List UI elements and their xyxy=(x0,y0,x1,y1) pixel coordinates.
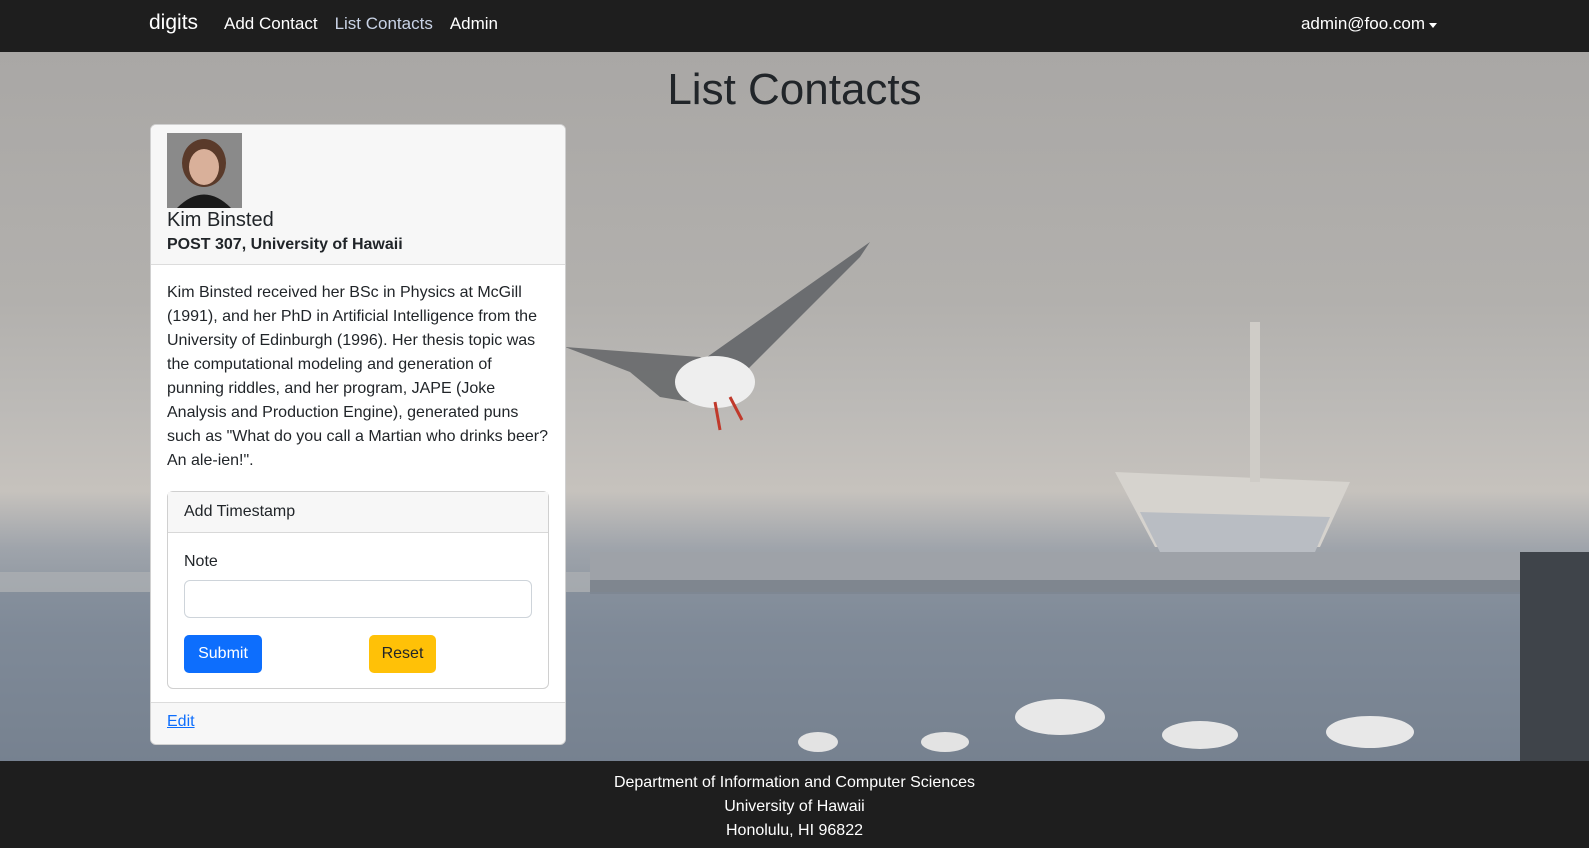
reset-button[interactable]: Reset xyxy=(369,635,436,673)
contact-card-footer: Edit xyxy=(151,702,565,744)
footer-line-2: University of Hawaii xyxy=(724,798,865,815)
nav-admin[interactable]: Admin xyxy=(450,14,498,34)
add-timestamp-header: Add Timestamp xyxy=(168,492,548,533)
nav-add-contact[interactable]: Add Contact xyxy=(224,14,318,34)
nav-links: Add Contact List Contacts Admin xyxy=(224,14,498,34)
contact-card: Kim Binsted POST 307, University of Hawa… xyxy=(150,124,566,745)
contact-name: Kim Binsted xyxy=(167,209,274,231)
contact-card-header: Kim Binsted POST 307, University of Hawa… xyxy=(151,125,565,265)
caret-down-icon xyxy=(1429,22,1437,28)
edit-link[interactable]: Edit xyxy=(167,713,195,730)
footer-line-1: Department of Information and Computer S… xyxy=(613,774,976,791)
footer: Department of Information and Computer S… xyxy=(0,761,1589,848)
brand-link[interactable]: digits xyxy=(149,11,198,35)
contact-card-body: Kim Binsted received her BSc in Physics … xyxy=(151,265,565,689)
submit-button[interactable]: Submit xyxy=(184,635,262,673)
note-input[interactable] xyxy=(184,580,532,618)
add-timestamp-body: Note Submit Reset xyxy=(168,533,548,688)
contact-address: POST 307, University of Hawaii xyxy=(167,236,403,253)
user-dropdown[interactable]: admin@foo.com xyxy=(1301,14,1437,34)
add-timestamp-form: Add Timestamp Note Submit Reset xyxy=(167,491,549,689)
page-title: List Contacts xyxy=(667,65,922,114)
user-email: admin@foo.com xyxy=(1300,14,1425,33)
nav-list-contacts[interactable]: List Contacts xyxy=(335,14,433,34)
contact-description: Kim Binsted received her BSc in Physics … xyxy=(167,284,548,469)
contact-avatar xyxy=(167,133,242,208)
note-label: Note xyxy=(184,553,218,570)
footer-line-3: Honolulu, HI 96822 xyxy=(726,822,863,839)
navbar: digits Add Contact List Contacts Admin a… xyxy=(0,0,1589,52)
